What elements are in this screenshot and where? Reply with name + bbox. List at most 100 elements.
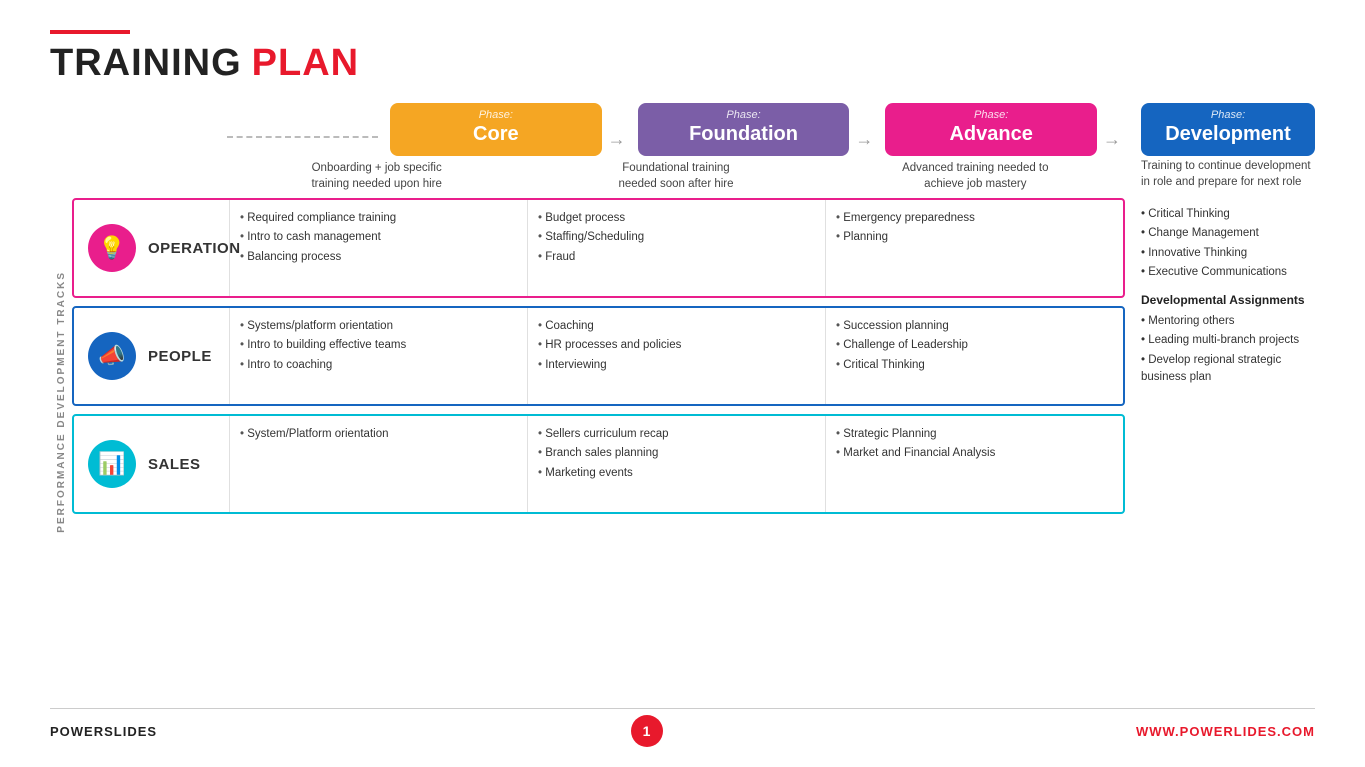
- list-item: Succession planning: [836, 318, 1113, 335]
- list-item: Required compliance training: [240, 210, 517, 227]
- phase-advance-label-small: Phase:: [893, 109, 1089, 121]
- phase-advance-label-big: Advance: [893, 123, 1089, 146]
- sales-core-list: System/Platform orientation: [240, 426, 517, 443]
- operation-icon: 💡: [98, 235, 125, 261]
- development-items-list: Critical Thinking Change Management Inno…: [1141, 206, 1315, 281]
- people-label: PEOPLE: [148, 348, 212, 365]
- list-item: Emergency preparedness: [836, 210, 1113, 227]
- list-item: Market and Financial Analysis: [836, 445, 1113, 462]
- operation-icon-cell: 💡 OPERATION: [74, 200, 229, 296]
- sales-icon-cell: 📊 SALES: [74, 416, 229, 512]
- footer-right: WWW.POWERLIDES.COM: [1136, 724, 1315, 739]
- list-item: Innovative Thinking: [1141, 245, 1315, 262]
- people-advance-cell: Succession planning Challenge of Leaders…: [825, 308, 1123, 404]
- phase-development-header-cell: Phase: Development: [1125, 103, 1315, 156]
- sales-foundation-cell: Sellers curriculum recap Branch sales pl…: [527, 416, 825, 512]
- operation-advance-list: Emergency preparedness Planning: [836, 210, 1113, 247]
- phase-development-label-small: Phase:: [1149, 109, 1307, 121]
- list-item: Interviewing: [538, 357, 815, 374]
- list-item: Mentoring others: [1141, 313, 1315, 330]
- people-advance-list: Succession planning Challenge of Leaders…: [836, 318, 1113, 374]
- people-foundation-cell: Coaching HR processes and policies Inter…: [527, 308, 825, 404]
- people-icon-cell: 📣 PEOPLE: [74, 308, 229, 404]
- phase-advance-box: Phase: Advance: [885, 103, 1097, 156]
- operation-core-list: Required compliance training Intro to ca…: [240, 210, 517, 266]
- list-item: Balancing process: [240, 249, 517, 266]
- list-item: System/Platform orientation: [240, 426, 517, 443]
- phase-core-box: Phase: Core: [390, 103, 602, 156]
- phase-core-label-small: Phase:: [398, 109, 594, 121]
- arrow-foundation-advance: →: [853, 129, 873, 156]
- operation-label: OPERATION: [148, 240, 241, 257]
- people-core-cell: Systems/platform orientation Intro to bu…: [229, 308, 527, 404]
- phase-core-wrapper: Phase: Core →: [386, 103, 626, 156]
- arrow-advance-development: →: [1101, 129, 1121, 156]
- track-row-operation: 💡 OPERATION Required compliance training…: [72, 198, 1125, 298]
- phase-development-label-big: Development: [1149, 123, 1307, 146]
- operation-core-cell: Required compliance training Intro to ca…: [229, 200, 527, 296]
- vertical-label: PERFORMANCE DEVELOPMENT TRACKS: [56, 271, 67, 533]
- phase-development-box: Phase: Development: [1141, 103, 1315, 156]
- people-icon-circle: 📣: [88, 332, 136, 380]
- red-line: [50, 30, 130, 34]
- list-item: Executive Communications: [1141, 264, 1315, 281]
- dev-assignments-title: Developmental Assignments: [1141, 291, 1315, 309]
- sales-icon-circle: 📊: [88, 440, 136, 488]
- sales-advance-cell: Strategic Planning Market and Financial …: [825, 416, 1123, 512]
- development-col: Critical Thinking Change Management Inno…: [1125, 198, 1315, 700]
- sales-foundation-list: Sellers curriculum recap Branch sales pl…: [538, 426, 815, 482]
- tracks-development-area: 💡 OPERATION Required compliance training…: [72, 198, 1315, 700]
- track-row-sales: 📊 SALES System/Platform orientation Sell…: [72, 414, 1125, 514]
- people-foundation-list: Coaching HR processes and policies Inter…: [538, 318, 815, 374]
- title-black: TRAINING: [50, 42, 242, 85]
- list-item: Staffing/Scheduling: [538, 229, 815, 246]
- list-item: Branch sales planning: [538, 445, 815, 462]
- operation-foundation-list: Budget process Staffing/Scheduling Fraud: [538, 210, 815, 266]
- sales-advance-list: Strategic Planning Market and Financial …: [836, 426, 1113, 463]
- desc-row: Onboarding + job specifictraining needed…: [72, 158, 1315, 194]
- table-area: Phase: Core → Phase: Foundation →: [72, 103, 1315, 700]
- phase-foundation-wrapper: Phase: Foundation →: [634, 103, 874, 156]
- phase-foundation-box: Phase: Foundation: [638, 103, 850, 156]
- phase-core-label-big: Core: [398, 123, 594, 146]
- footer-left: POWERSLIDES: [50, 724, 157, 739]
- list-item: Intro to building effective teams: [240, 337, 517, 354]
- vertical-label-col: PERFORMANCE DEVELOPMENT TRACKS: [50, 103, 72, 700]
- phase-foundation-label-big: Foundation: [646, 123, 842, 146]
- page: TRAINING PLAN PERFORMANCE DEVELOPMENT TR…: [0, 0, 1365, 767]
- list-item: Planning: [836, 229, 1113, 246]
- desc-advance: Advanced training needed toachieve job m…: [830, 158, 1121, 194]
- list-item: Develop regional strategic business plan: [1141, 352, 1315, 387]
- people-core-list: Systems/platform orientation Intro to bu…: [240, 318, 517, 374]
- tracks-grid: 💡 OPERATION Required compliance training…: [72, 198, 1125, 700]
- people-icon: 📣: [98, 343, 125, 369]
- list-item: Intro to coaching: [240, 357, 517, 374]
- list-item: Marketing events: [538, 465, 815, 482]
- list-item: Sellers curriculum recap: [538, 426, 815, 443]
- main-content: PERFORMANCE DEVELOPMENT TRACKS Phase: Co…: [50, 103, 1315, 700]
- operation-icon-circle: 💡: [88, 224, 136, 272]
- phase-foundation-label-small: Phase:: [646, 109, 842, 121]
- arrow-core-foundation: →: [606, 129, 626, 156]
- desc-foundation: Foundational trainingneeded soon after h…: [530, 158, 821, 194]
- list-item: Leading multi-branch projects: [1141, 332, 1315, 349]
- title-red: PLAN: [252, 42, 359, 85]
- list-item: Budget process: [538, 210, 815, 227]
- list-item: Strategic Planning: [836, 426, 1113, 443]
- phases-header-row: Phase: Core → Phase: Foundation →: [72, 103, 1315, 156]
- dev-assignments-list: Mentoring others Leading multi-branch pr…: [1141, 313, 1315, 386]
- footer: POWERSLIDES 1 WWW.POWERLIDES.COM: [50, 708, 1315, 747]
- list-item: Critical Thinking: [836, 357, 1113, 374]
- sales-icon: 📊: [98, 451, 125, 477]
- list-item: Fraud: [538, 249, 815, 266]
- list-item: Systems/platform orientation: [240, 318, 517, 335]
- operation-advance-cell: Emergency preparedness Planning: [825, 200, 1123, 296]
- list-item: Change Management: [1141, 225, 1315, 242]
- sales-core-cell: System/Platform orientation: [229, 416, 527, 512]
- operation-foundation-cell: Budget process Staffing/Scheduling Fraud: [527, 200, 825, 296]
- sales-label: SALES: [148, 456, 201, 473]
- title-row: TRAINING PLAN: [50, 42, 1315, 85]
- desc-development: Training to continue development in role…: [1125, 158, 1315, 194]
- list-item: Coaching: [538, 318, 815, 335]
- list-item: Critical Thinking: [1141, 206, 1315, 223]
